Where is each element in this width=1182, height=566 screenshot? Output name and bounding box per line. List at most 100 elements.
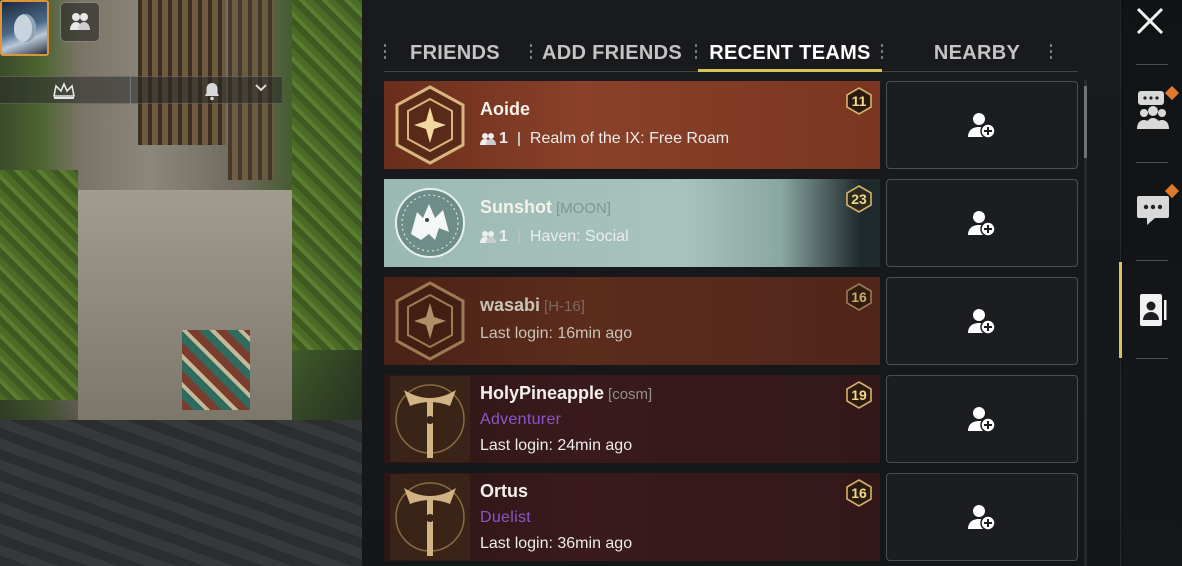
level-value: 11 [851, 93, 867, 109]
hex-emblem-icon [395, 281, 465, 361]
tab-separator [1050, 44, 1052, 62]
level-value: 23 [851, 191, 867, 207]
tab-recent-teams[interactable]: RECENT TEAMS [698, 36, 882, 72]
member-count: 1 [480, 228, 508, 246]
tab-separator [695, 44, 697, 62]
level-value: 16 [851, 485, 867, 501]
clan-tag: [cosm] [608, 386, 653, 403]
emblem [384, 179, 476, 267]
hud-status-bar [0, 76, 282, 105]
tab-friends[interactable]: FRIENDS [400, 36, 510, 70]
level-badge: 16 [846, 479, 872, 507]
level-value: 19 [851, 387, 867, 403]
character-portrait[interactable] [0, 0, 49, 56]
fireteam-icon [70, 13, 90, 30]
add-friend-icon [968, 505, 996, 531]
member-count-value: 1 [499, 130, 508, 147]
emblem [384, 277, 476, 365]
add-friend-icon [968, 211, 996, 237]
rail-separator [1136, 162, 1168, 163]
fireteam-icon [480, 231, 496, 243]
list-item[interactable]: Ortus Duelist Last login: 36min ago 16 [384, 473, 880, 561]
activity-name: Realm of the IX: Free Roam [529, 130, 730, 147]
last-login: Last login: 16min ago [480, 325, 633, 342]
player-name-line: Sunshot [MOON] [480, 197, 611, 218]
emblem [384, 81, 476, 169]
chevron-down-icon[interactable] [254, 81, 268, 95]
hedge-left [0, 170, 78, 400]
fireteam-icon [480, 133, 496, 145]
fireteam-button[interactable] [60, 2, 100, 42]
side-rail [1119, 0, 1182, 566]
wolf-emblem-icon [395, 188, 465, 258]
social-panel: FRIENDS ADD FRIENDS RECENT TEAMS NEARBY … [362, 0, 1120, 566]
portrait-face [13, 14, 36, 42]
status-divider [130, 77, 131, 105]
axe-emblem-icon [390, 474, 470, 560]
level-badge: 23 [846, 185, 872, 213]
activity-line: 1 Realm of the IX: Free Roam [480, 130, 729, 148]
rail-separator [1136, 358, 1168, 359]
activity-line: 1 Haven: Social [480, 228, 629, 246]
rail-contacts-button[interactable] [1130, 285, 1176, 335]
player-name-line: Ortus [480, 481, 528, 502]
level-badge: 19 [846, 381, 872, 409]
list-item[interactable]: HolyPineapple [cosm] Adventurer Last logi… [384, 375, 880, 463]
player-name: Aoide [480, 99, 531, 119]
divider [517, 230, 520, 244]
list-item[interactable]: Sunshot [MOON] 1 Haven: Social 23 [384, 179, 880, 267]
tab-bar: FRIENDS ADD FRIENDS RECENT TEAMS NEARBY [384, 36, 1078, 72]
rail-team-chat-button[interactable] [1130, 85, 1180, 136]
emblem [384, 473, 476, 561]
add-friend-button[interactable] [886, 473, 1078, 561]
tab-separator [881, 44, 883, 62]
tab-nearby[interactable]: NEARBY [904, 36, 1050, 70]
tab-add-friends[interactable]: ADD FRIENDS [542, 36, 682, 70]
last-login: Last login: 36min ago [480, 535, 633, 552]
player-name-line: Aoide [480, 99, 530, 120]
player-name: Ortus [480, 481, 529, 501]
tab-separator [530, 44, 532, 62]
list-item[interactable]: Aoide 1 Realm of the IX: Free Roam 11 [384, 81, 880, 169]
add-friend-icon [968, 113, 996, 139]
emblem [384, 375, 476, 463]
bell-icon[interactable] [203, 81, 221, 101]
clan-tag: [H-16] [544, 298, 585, 315]
clan-tag: [MOON] [556, 200, 611, 217]
hedge-right [292, 0, 362, 350]
activity-name: Haven: Social [529, 228, 629, 245]
add-friend-button[interactable] [886, 277, 1078, 365]
player-name: wasabi [480, 295, 541, 315]
player-class: Duelist [480, 509, 532, 526]
team-chat-icon [1137, 91, 1169, 129]
axe-emblem-icon [390, 376, 470, 462]
player-name: HolyPineapple [480, 383, 605, 403]
rail-active-indicator [1119, 262, 1122, 358]
add-friend-button[interactable] [886, 81, 1078, 169]
rail-chat-button[interactable] [1130, 183, 1180, 236]
window-grille [138, 0, 226, 145]
level-badge: 11 [846, 87, 872, 115]
player-class: Adventurer [480, 411, 562, 428]
hex-emblem-icon [395, 85, 465, 165]
rail-separator [1136, 64, 1168, 65]
scrollbar-thumb[interactable] [1084, 86, 1087, 158]
contacts-icon [1140, 294, 1167, 326]
player-name-line: wasabi [H-16] [480, 295, 585, 316]
close-icon[interactable] [1133, 4, 1167, 38]
divider [517, 132, 520, 146]
courtyard-floor [0, 420, 362, 566]
tab-separator [384, 44, 386, 62]
add-friend-icon [968, 407, 996, 433]
list-item[interactable]: wasabi [H-16] Last login: 16min ago 16 [384, 277, 880, 365]
add-friend-button[interactable] [886, 179, 1078, 267]
add-friend-button[interactable] [886, 375, 1078, 463]
mosaic-panel [182, 330, 250, 410]
member-count: 1 [480, 130, 508, 148]
player-name-line: HolyPineapple [cosm] [480, 383, 652, 404]
level-badge: 16 [846, 283, 872, 311]
player-name: Sunshot [480, 197, 552, 217]
member-count-value: 1 [499, 228, 508, 245]
last-login: Last login: 24min ago [480, 437, 633, 454]
crown-icon[interactable] [52, 82, 76, 100]
